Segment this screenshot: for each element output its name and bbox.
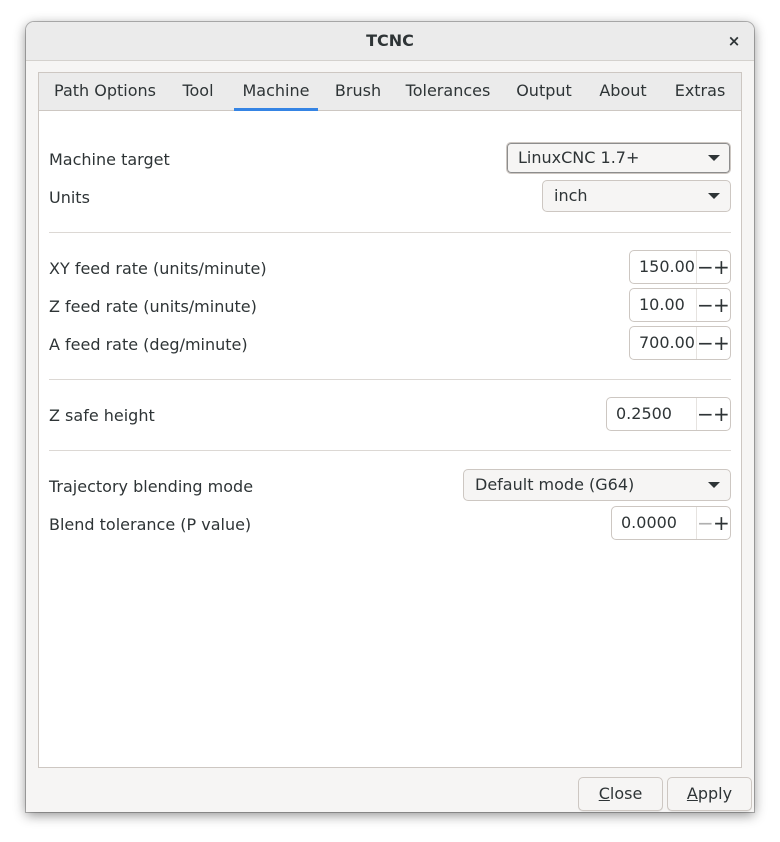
blend-tolerance-value[interactable]: 0.0000 — [621, 507, 677, 539]
machine-target-value: LinuxCNC 1.7+ — [518, 148, 640, 167]
dialog-window: TCNC × Path Options Tool Machine Brush T… — [26, 22, 754, 812]
z-safe-height-value[interactable]: 0.2500 — [616, 398, 672, 430]
decrement-button[interactable]: − — [697, 289, 714, 321]
increment-button[interactable]: + — [713, 327, 730, 359]
apply-button[interactable]: Apply — [667, 777, 752, 811]
tab-bar: Path Options Tool Machine Brush Toleranc… — [39, 73, 741, 111]
tab-machine[interactable]: Machine — [234, 73, 318, 111]
blend-tolerance-label: Blend tolerance (P value) — [49, 515, 252, 534]
machine-target-dropdown[interactable]: LinuxCNC 1.7+ — [506, 142, 731, 174]
increment-button[interactable]: + — [713, 289, 730, 321]
z-feed-label: Z feed rate (units/minute) — [49, 297, 257, 316]
chevron-down-icon — [708, 155, 720, 161]
separator — [49, 379, 731, 380]
xy-feed-label: XY feed rate (units/minute) — [49, 259, 267, 278]
increment-button[interactable]: + — [713, 398, 730, 430]
blend-mode-dropdown[interactable]: Default mode (G64) — [463, 469, 731, 501]
tab-brush[interactable]: Brush — [327, 73, 389, 110]
window-title: TCNC — [366, 31, 414, 50]
apply-label-rest: pply — [697, 784, 733, 803]
close-icon[interactable]: × — [724, 31, 744, 51]
blend-mode-value: Default mode (G64) — [475, 475, 635, 494]
units-label: Units — [49, 188, 90, 207]
settings-notebook: Path Options Tool Machine Brush Toleranc… — [38, 72, 742, 768]
decrement-button[interactable]: − — [697, 398, 714, 430]
title-bar[interactable]: TCNC × — [26, 22, 754, 61]
close-button[interactable]: Close — [578, 777, 663, 811]
tab-about[interactable]: About — [592, 73, 654, 110]
blend-mode-label: Trajectory blending mode — [49, 477, 254, 496]
increment-button[interactable]: + — [713, 251, 730, 283]
a-feed-label: A feed rate (deg/minute) — [49, 335, 248, 354]
units-dropdown[interactable]: inch — [542, 180, 731, 212]
z-feed-spinner[interactable]: 10.00 − + — [629, 288, 731, 322]
decrement-button[interactable]: − — [697, 251, 714, 283]
decrement-button[interactable]: − — [697, 327, 714, 359]
separator — [49, 232, 731, 233]
close-label-rest: lose — [609, 784, 643, 803]
z-safe-height-spinner[interactable]: 0.2500 − + — [606, 397, 731, 431]
increment-button[interactable]: + — [713, 507, 730, 539]
chevron-down-icon — [708, 482, 720, 488]
a-feed-spinner[interactable]: 700.00 − + — [629, 326, 731, 360]
xy-feed-spinner[interactable]: 150.00 − + — [629, 250, 731, 284]
chevron-down-icon — [708, 193, 720, 199]
apply-mnemonic: A — [686, 784, 698, 803]
machine-target-label: Machine target — [49, 150, 170, 169]
units-value: inch — [554, 186, 588, 205]
a-feed-value[interactable]: 700.00 — [639, 327, 695, 359]
tab-tool[interactable]: Tool — [171, 73, 225, 110]
tab-tolerances[interactable]: Tolerances — [400, 73, 496, 110]
tab-path-options[interactable]: Path Options — [47, 73, 163, 110]
blend-tolerance-spinner[interactable]: 0.0000 − + — [611, 506, 731, 540]
z-feed-value[interactable]: 10.00 — [639, 289, 685, 321]
z-safe-height-label: Z safe height — [49, 406, 155, 425]
close-mnemonic: C — [598, 784, 610, 803]
separator — [49, 450, 731, 451]
decrement-button[interactable]: − — [697, 507, 714, 539]
xy-feed-value[interactable]: 150.00 — [639, 251, 695, 283]
tab-output[interactable]: Output — [508, 73, 580, 110]
tab-extras[interactable]: Extras — [667, 73, 733, 110]
